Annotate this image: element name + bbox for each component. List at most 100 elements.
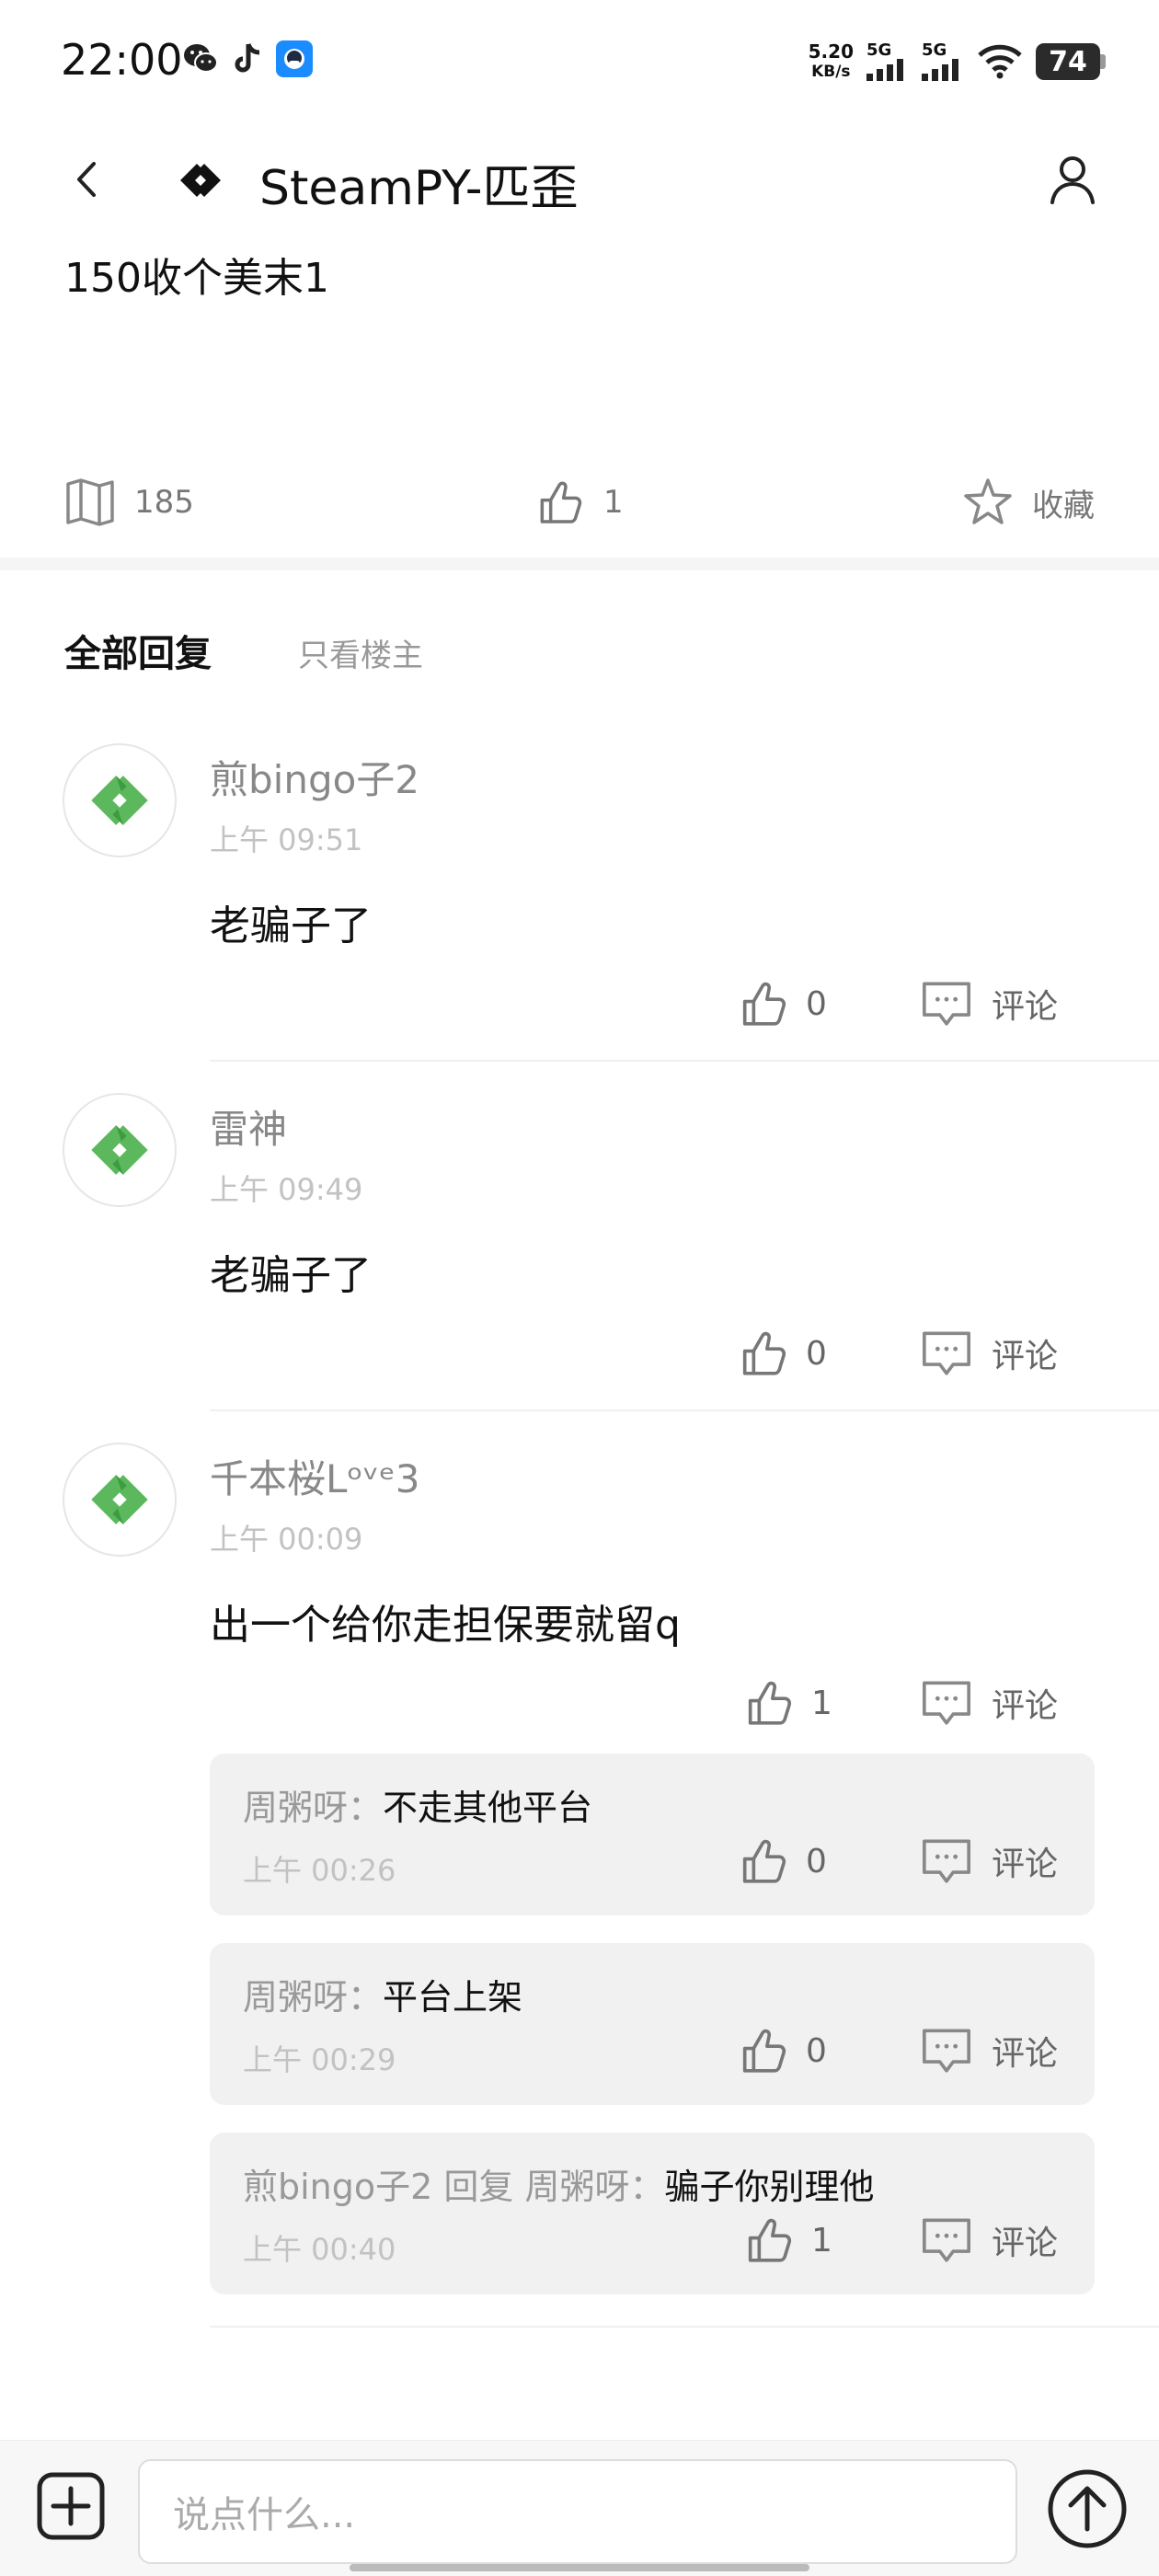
signal-bars-icon — [866, 59, 903, 81]
reply-button[interactable]: 评论 — [920, 1327, 1058, 1380]
user-icon[interactable] — [1045, 151, 1100, 206]
comment-actions: 0 评论 — [736, 1327, 1122, 1382]
map-icon — [66, 478, 114, 526]
bottom-input-bar: 说点什么... — [0, 2440, 1159, 2576]
comment-bubble-icon — [920, 1834, 973, 1888]
like-button[interactable]: 0 — [736, 2024, 827, 2077]
comment-divider — [210, 2326, 1159, 2328]
back-icon[interactable] — [64, 156, 110, 202]
like-button[interactable]: 0 — [736, 977, 827, 1030]
comment-divider — [210, 1409, 1159, 1411]
sub-reply-actions: 0 评论 — [736, 2024, 1085, 2079]
comment-bubble-icon — [920, 1676, 973, 1730]
status-time: 22:00 — [61, 35, 183, 85]
sub-reply-text: 平台上架 — [383, 1977, 523, 2018]
steampy-avatar-icon — [75, 756, 164, 845]
comment-actions: 1 评论 — [741, 1676, 1128, 1731]
avatar[interactable] — [63, 743, 177, 857]
signal-label: 5G — [866, 40, 892, 60]
post-like-count: 1 — [603, 484, 624, 521]
reply-filter-tabs: 全部回复 只看楼主 — [64, 624, 423, 677]
comment-time: 上午 09:51 — [210, 822, 363, 857]
favorite-label: 收藏 — [1032, 487, 1095, 524]
favorite-button[interactable]: 收藏 — [962, 477, 1095, 528]
post-actions: 185 1 收藏 — [0, 469, 1159, 543]
header: SteamPY-匹歪 — [0, 129, 1159, 230]
net-speed-value: 5.20 — [808, 40, 854, 63]
avatar[interactable] — [63, 1093, 177, 1207]
sub-reply-line: 周粥呀：平台上架 — [243, 1969, 522, 2019]
comment-text: 老骗子了 — [210, 903, 372, 949]
thumbs-up-icon — [736, 2024, 789, 2077]
sub-reply[interactable]: 煎bingo子2 回复 周粥呀：骗子你别理他 上午 00:40 1 评论 — [210, 2133, 1095, 2294]
comment-username[interactable]: 雷神 — [210, 1098, 287, 1155]
comment-input[interactable]: 说点什么... — [138, 2459, 1017, 2564]
post-body: 150收个美末1 — [64, 255, 329, 302]
thumbs-up-icon — [736, 977, 789, 1030]
battery-indicator: 74 — [1036, 43, 1106, 80]
home-indicator — [350, 2564, 809, 2571]
reply-label: 评论 — [992, 2035, 1059, 2073]
star-icon — [964, 478, 1012, 524]
status-bar: 22:00 5.20 KB/s 5G 5G 74 — [0, 0, 1159, 120]
comment-bubble-icon — [920, 977, 973, 1030]
reply-button[interactable]: 评论 — [920, 1676, 1058, 1730]
views-count: 185 — [134, 484, 194, 521]
status-indicators: 5.20 KB/s 5G 5G 74 — [809, 39, 1106, 85]
comment-username[interactable]: 千本桜Lᵒᵛᵉ3 — [210, 1448, 420, 1504]
reply-button[interactable]: 评论 — [920, 2214, 1058, 2267]
sub-reply[interactable]: 周粥呀：平台上架 上午 00:29 0 评论 — [210, 1943, 1095, 2105]
tiktok-icon — [235, 43, 260, 73]
like-button[interactable]: 1 — [741, 2214, 832, 2267]
net-speed: 5.20 KB/s — [809, 41, 854, 82]
comment-time: 上午 09:49 — [210, 1172, 363, 1207]
thumbs-up-icon — [534, 477, 585, 528]
thumbs-up-icon — [741, 1676, 795, 1730]
reply-label: 评论 — [992, 1338, 1059, 1375]
signal-5g-2: 5G — [922, 42, 964, 81]
post-like-button[interactable]: 1 — [534, 477, 624, 528]
add-icon[interactable] — [37, 2472, 105, 2540]
reply-button[interactable]: 评论 — [920, 1834, 1058, 1888]
comment-username[interactable]: 煎bingo子2 — [210, 749, 419, 805]
sub-reply-author[interactable]: 煎bingo子2 回复 周粥呀： — [243, 2167, 664, 2207]
like-count: 0 — [806, 1842, 827, 1880]
reply-label: 评论 — [992, 988, 1059, 1026]
signal-label: 5G — [922, 40, 947, 60]
steampy-logo-icon — [180, 164, 221, 197]
like-count: 0 — [806, 2031, 827, 2070]
tab-all-replies[interactable]: 全部回复 — [64, 624, 212, 677]
tab-owner-only[interactable]: 只看楼主 — [298, 630, 423, 675]
views-counter: 185 — [64, 477, 194, 528]
signal-5g-1: 5G — [866, 42, 909, 81]
sub-reply-time: 上午 00:40 — [243, 2232, 396, 2267]
reply-label: 评论 — [992, 1846, 1059, 1883]
sub-reply-author[interactable]: 周粥呀： — [243, 1977, 383, 2018]
avatar[interactable] — [63, 1443, 177, 1557]
net-speed-unit: KB/s — [811, 63, 851, 81]
signal-bars-icon — [922, 59, 958, 81]
comment-item: 雷神 上午 09:49 老骗子了 0 评论 — [0, 1093, 1159, 1415]
sub-reply-text: 不走其他平台 — [383, 1788, 593, 1828]
comment-item: 千本桜Lᵒᵛᵉ3 上午 00:09 出一个给你走担保要就留q 1 评论 周粥呀：… — [0, 1443, 1159, 2335]
reply-button[interactable]: 评论 — [920, 2024, 1058, 2077]
sub-reply-time: 上午 00:26 — [243, 1853, 396, 1888]
reply-button[interactable]: 评论 — [920, 977, 1058, 1030]
like-button[interactable]: 1 — [741, 1676, 832, 1730]
like-count: 0 — [806, 984, 827, 1023]
sub-reply-actions: 1 评论 — [741, 2214, 1091, 2269]
comment-time: 上午 00:09 — [210, 1522, 363, 1557]
sub-reply-author[interactable]: 周粥呀： — [243, 1788, 383, 1828]
thumbs-up-icon — [736, 1834, 789, 1888]
comment-bubble-icon — [920, 2024, 973, 2077]
like-button[interactable]: 0 — [736, 1327, 827, 1380]
steampy-avatar-icon — [75, 1455, 164, 1544]
thumbs-up-icon — [736, 1327, 789, 1380]
sub-reply-actions: 0 评论 — [736, 1834, 1085, 1890]
reply-label: 评论 — [992, 1687, 1059, 1725]
thumbs-up-icon — [741, 2214, 795, 2267]
like-button[interactable]: 0 — [736, 1834, 827, 1888]
reply-label: 评论 — [992, 2225, 1059, 2262]
sub-reply[interactable]: 周粥呀：不走其他平台 上午 00:26 0 评论 — [210, 1754, 1095, 1915]
scroll-to-top-icon[interactable] — [1047, 2468, 1128, 2549]
